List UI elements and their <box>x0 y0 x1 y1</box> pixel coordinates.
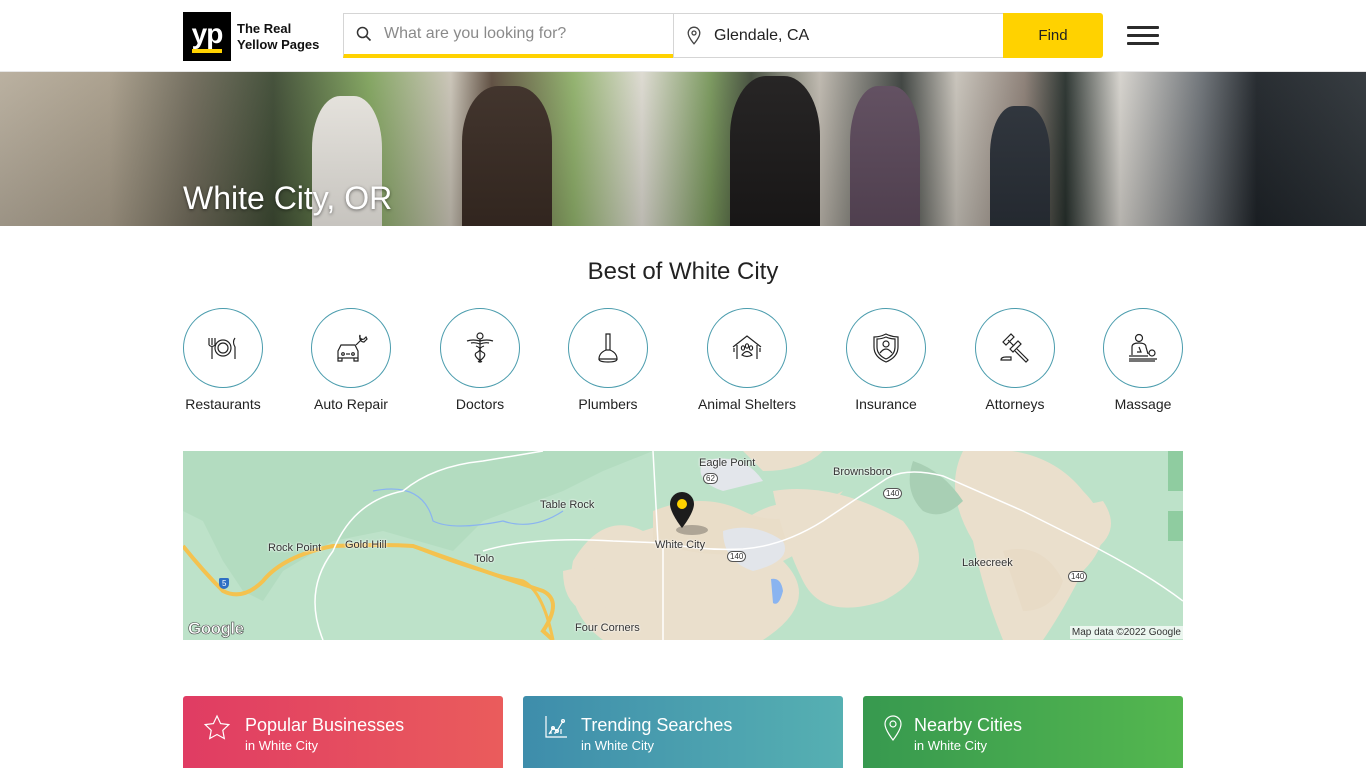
map-place-label: Eagle Point <box>699 457 756 469</box>
card-title: Nearby Cities <box>914 715 1023 735</box>
location-input[interactable] <box>714 26 974 45</box>
category-restaurants[interactable]: Restaurants <box>158 308 288 412</box>
auto-repair-icon <box>337 334 368 362</box>
card-title: Trending Searches <box>581 715 733 735</box>
category-label: Auto Repair <box>314 396 388 412</box>
map-place-label: Lakecreek <box>962 557 1013 569</box>
highway-shield: 140 <box>1068 571 1088 582</box>
category-attorneys[interactable]: Attorneys <box>950 308 1080 412</box>
yp-logo[interactable]: yp <box>183 12 231 61</box>
highway-shield: 140 <box>727 551 747 562</box>
map-place-label: White City <box>655 539 706 551</box>
best-of-heading: Best of White City <box>587 258 779 285</box>
search-where-box <box>673 13 1004 58</box>
logo-text-line2: Yellow Pages <box>237 37 320 52</box>
hero-banner: White City, OR <box>0 72 1366 226</box>
category-label: Plumbers <box>578 396 638 412</box>
category-animal-shelters[interactable]: Animal Shelters <box>682 308 812 412</box>
caduceus-icon <box>466 332 494 363</box>
location-pin-icon <box>883 714 903 747</box>
map-attribution[interactable]: Map data ©2022 Google <box>1069 626 1183 639</box>
category-circle <box>975 308 1055 388</box>
google-logo[interactable]: Google <box>188 619 245 639</box>
plunger-icon <box>598 333 618 363</box>
category-circle <box>183 308 263 388</box>
category-label: Animal Shelters <box>697 396 797 412</box>
search-what-box <box>343 13 674 58</box>
restaurant-icon <box>208 337 236 359</box>
gavel-icon <box>1000 333 1029 363</box>
hamburger-menu-icon[interactable] <box>1127 26 1159 46</box>
logo-underline <box>192 48 222 53</box>
category-label: Restaurants <box>185 396 261 412</box>
map-place-label: Rock Point <box>268 542 322 554</box>
category-circle <box>707 308 787 388</box>
category-label: Insurance <box>855 396 917 412</box>
map-place-label: Tolo <box>474 553 495 565</box>
massage-icon <box>1129 333 1157 362</box>
search-icon <box>344 26 384 42</box>
animal-shelter-icon <box>732 335 762 359</box>
category-insurance[interactable]: Insurance <box>821 308 951 412</box>
logo-text-line1: The Real <box>237 21 292 36</box>
map-place-label: Gold Hill <box>345 539 387 551</box>
category-auto-repair[interactable]: Auto Repair <box>286 308 416 412</box>
search-input[interactable] <box>384 25 644 43</box>
trending-chart-icon <box>543 714 569 745</box>
location-pin-icon <box>674 26 714 45</box>
category-circle <box>568 308 648 388</box>
category-label: Attorneys <box>985 396 1045 412</box>
highway-shield: 62 <box>703 473 718 484</box>
map-place-label: Four Corners <box>575 622 640 634</box>
category-circle <box>311 308 391 388</box>
card-subtitle: in White City <box>581 738 654 753</box>
logo-mark: yp <box>191 17 224 49</box>
nearby-cities-card[interactable]: Nearby Cities in White City <box>863 696 1183 768</box>
star-icon <box>203 714 231 747</box>
card-subtitle: in White City <box>914 738 987 753</box>
category-circle <box>846 308 926 388</box>
shield-person-icon <box>873 333 899 363</box>
card-title: Popular Businesses <box>245 715 405 735</box>
trending-searches-card[interactable]: Trending Searches in White City <box>523 696 843 768</box>
popular-businesses-card[interactable]: Popular Businesses in White City <box>183 696 503 768</box>
category-massage[interactable]: Massage <box>1078 308 1208 412</box>
category-circle <box>440 308 520 388</box>
category-label: Massage <box>1114 396 1172 412</box>
map-place-label: Brownsboro <box>833 466 892 478</box>
city-map[interactable]: Eagle Point Brownsboro Table Rock White … <box>183 451 1183 640</box>
map-place-label: Table Rock <box>540 499 595 511</box>
category-plumbers[interactable]: Plumbers <box>543 308 673 412</box>
highway-shield: 140 <box>883 488 903 499</box>
category-circle <box>1103 308 1183 388</box>
category-doctors[interactable]: Doctors <box>415 308 545 412</box>
card-subtitle: in White City <box>245 738 318 753</box>
logo-text[interactable]: The Real Yellow Pages <box>237 21 319 53</box>
site-header: yp The Real Yellow Pages Find <box>0 0 1366 72</box>
city-title: White City, OR <box>183 180 393 216</box>
find-button[interactable]: Find <box>1003 13 1103 58</box>
category-label: Doctors <box>455 396 505 412</box>
